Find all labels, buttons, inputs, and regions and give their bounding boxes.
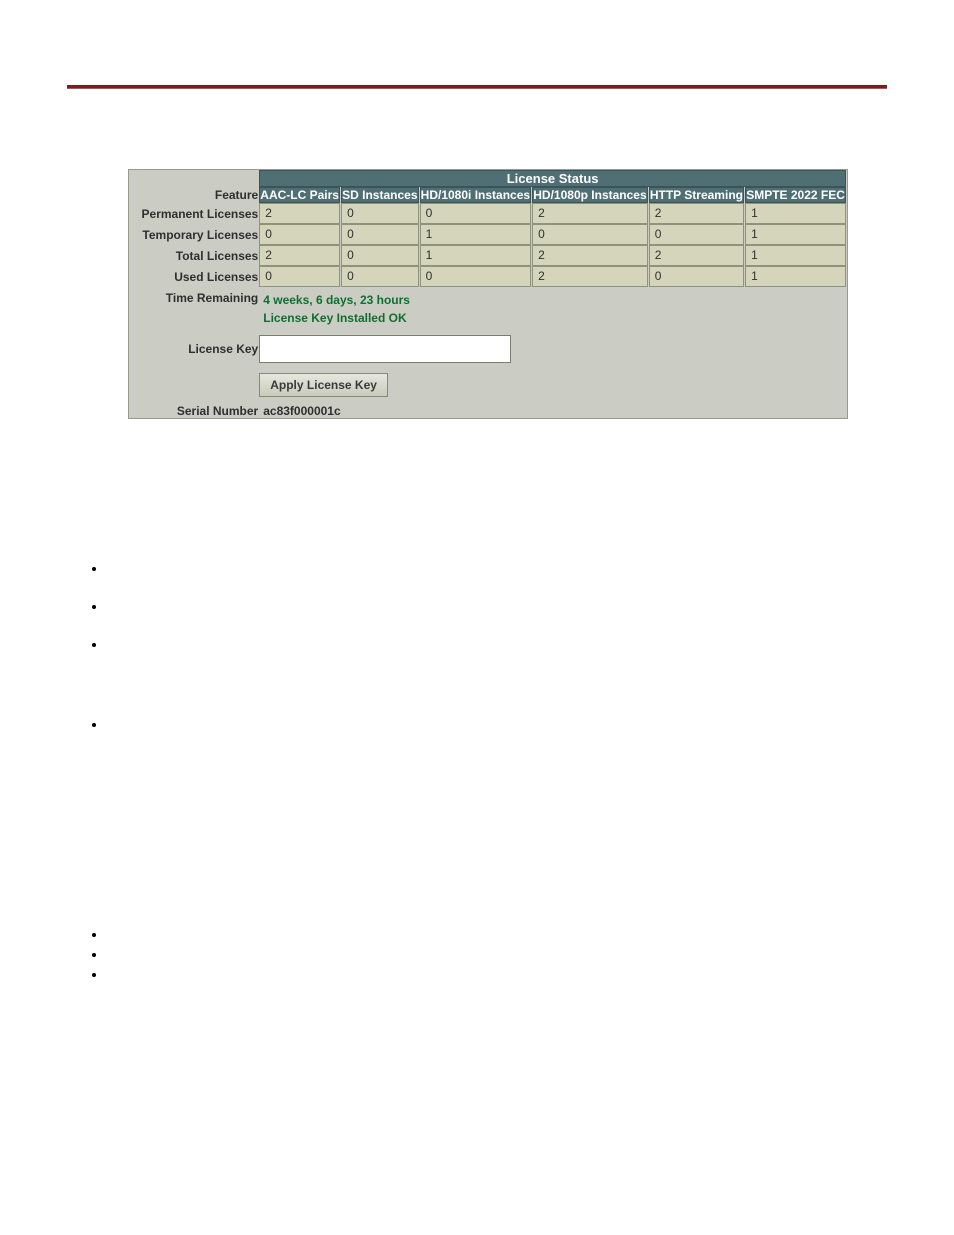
value-permanent-hd1080p: 2 [532, 203, 648, 224]
notes-area [67, 559, 887, 985]
row-label-total: Total Licenses [130, 245, 258, 266]
value-temporary-sd: 0 [341, 224, 419, 245]
value-total-aac: 2 [259, 245, 340, 266]
notes-list-1 [107, 559, 887, 655]
table-row: Used Licenses 0 0 0 2 0 1 [130, 266, 846, 287]
time-remaining-row: Time Remaining 4 weeks, 6 days, 23 hours [130, 287, 846, 309]
value-total-hd1080p: 2 [532, 245, 648, 266]
page-container: License Status Feature AAC-LC Pairs SD I… [0, 85, 954, 985]
table-title-row: License Status [130, 170, 846, 187]
value-used-sd: 0 [341, 266, 419, 287]
header-divider [67, 85, 887, 89]
license-key-row: License Key [130, 331, 846, 367]
list-item [107, 945, 887, 965]
col-header-http: HTTP Streaming [649, 187, 744, 203]
value-permanent-smpte: 1 [745, 203, 846, 224]
table-row: Temporary Licenses 0 0 1 0 0 1 [130, 224, 846, 245]
list-item [107, 559, 887, 579]
value-used-smpte: 1 [745, 266, 846, 287]
value-total-sd: 0 [341, 245, 419, 266]
list-item [107, 965, 887, 985]
license-status-panel: License Status Feature AAC-LC Pairs SD I… [128, 169, 848, 419]
value-temporary-aac: 0 [259, 224, 340, 245]
value-permanent-sd: 0 [341, 203, 419, 224]
value-total-http: 2 [649, 245, 744, 266]
time-remaining-label: Time Remaining [130, 287, 258, 309]
row-label-used: Used Licenses [130, 266, 258, 287]
license-table: License Status Feature AAC-LC Pairs SD I… [129, 170, 847, 418]
value-total-smpte: 1 [745, 245, 846, 266]
col-header-smpte: SMPTE 2022 FEC [745, 187, 846, 203]
row-header-empty [130, 170, 258, 187]
value-used-http: 0 [649, 266, 744, 287]
col-header-hd1080p: HD/1080p Instances [532, 187, 648, 203]
row-label-permanent: Permanent Licenses [130, 203, 258, 224]
serial-label: Serial Number [130, 403, 258, 418]
time-remaining-value: 4 weeks, 6 days, 23 hours [259, 287, 414, 309]
table-row: Permanent Licenses 2 0 0 2 2 1 [130, 203, 846, 224]
feature-label: Feature [130, 187, 258, 203]
install-status: License Key Installed OK [259, 309, 846, 331]
col-header-hd1080i: HD/1080i Instances [420, 187, 532, 203]
license-key-input[interactable] [259, 335, 511, 363]
list-item [107, 635, 887, 655]
value-temporary-hd1080i: 1 [420, 224, 532, 245]
value-used-hd1080p: 2 [532, 266, 648, 287]
value-used-aac: 0 [259, 266, 340, 287]
apply-row: Apply License Key [130, 367, 846, 403]
notes-list-2 [107, 715, 887, 735]
feature-row: Feature AAC-LC Pairs SD Instances HD/108… [130, 187, 846, 203]
value-temporary-http: 0 [649, 224, 744, 245]
row-label-temporary: Temporary Licenses [130, 224, 258, 245]
value-temporary-hd1080p: 0 [532, 224, 648, 245]
col-header-aac: AAC-LC Pairs [259, 187, 340, 203]
table-row: Total Licenses 2 0 1 2 2 1 [130, 245, 846, 266]
value-permanent-hd1080i: 0 [420, 203, 532, 224]
value-temporary-smpte: 1 [745, 224, 846, 245]
install-status-row: License Key Installed OK [130, 309, 846, 331]
apply-license-key-button[interactable]: Apply License Key [259, 373, 388, 397]
license-status-header: License Status [259, 170, 846, 187]
serial-value: ac83f000001c [259, 400, 344, 422]
value-permanent-aac: 2 [259, 203, 340, 224]
list-item [107, 715, 887, 735]
value-total-hd1080i: 1 [420, 245, 532, 266]
value-used-hd1080i: 0 [420, 266, 532, 287]
value-permanent-http: 2 [649, 203, 744, 224]
license-key-label: License Key [130, 331, 258, 367]
serial-row: Serial Number ac83f000001c [130, 403, 846, 418]
notes-list-3 [107, 925, 887, 985]
list-item [107, 597, 887, 617]
list-item [107, 925, 887, 945]
col-header-sd: SD Instances [341, 187, 419, 203]
